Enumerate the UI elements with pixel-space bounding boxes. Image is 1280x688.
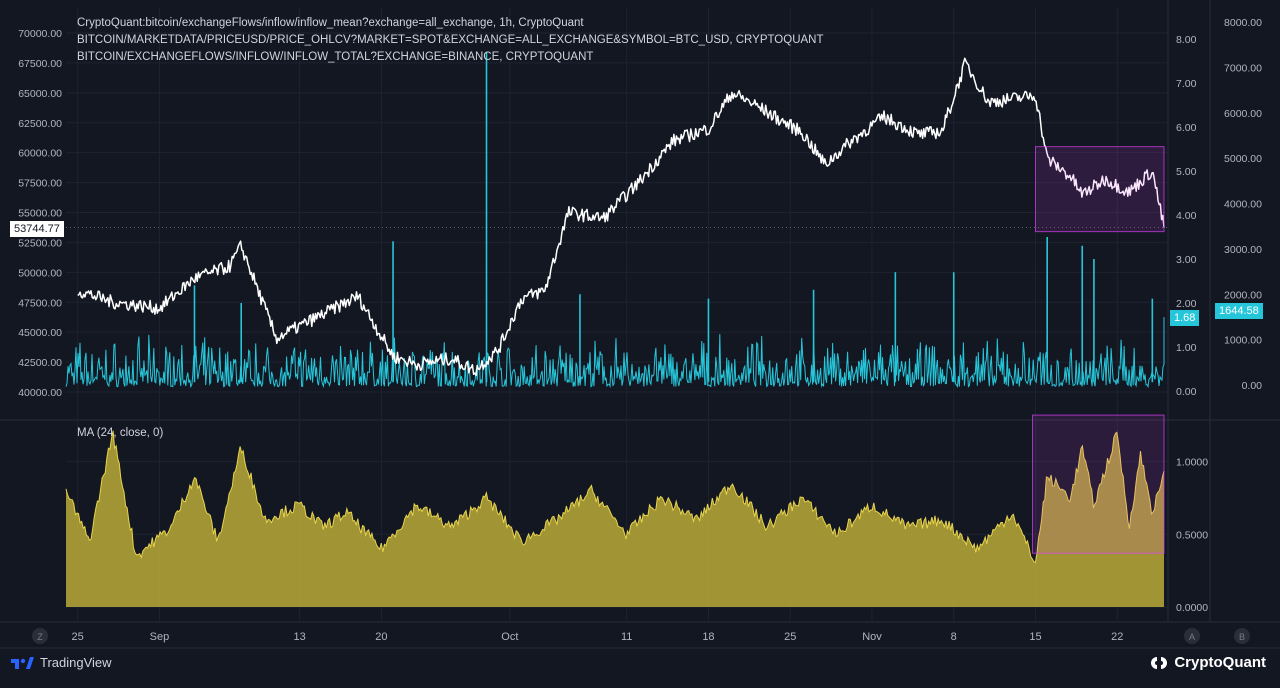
x-tick-label: 8 [951, 631, 957, 643]
legend-line-price: BITCOIN/MARKETDATA/PRICEUSD/PRICE_OHLCV?… [77, 34, 824, 46]
inflow-mean-last-value-tag: 1.68 [1170, 310, 1200, 326]
price-tick-label: 40000.00 [18, 387, 62, 399]
price-tick-label: 65000.00 [18, 88, 62, 100]
tradingview-label: TradingView [40, 655, 112, 670]
cryptoquant-icon [1151, 656, 1168, 669]
price-tick-label: 52500.00 [18, 237, 62, 249]
price-highlight-box [1035, 146, 1165, 233]
x-tick-label: 20 [375, 631, 387, 643]
price-tick-label: 60000.00 [18, 148, 62, 160]
inflow-mean-tick-label: 5.00 [1176, 166, 1197, 178]
price-tick-label: 45000.00 [18, 327, 62, 339]
inflow-mean-tick-label: 8.00 [1176, 34, 1197, 46]
binance-total-tick-label: 6000.00 [1224, 108, 1262, 120]
binance-total-tick-label: 0.00 [1242, 380, 1263, 392]
x-tick-label: 25 [72, 631, 84, 643]
inflow-mean-tick-label: 4.00 [1176, 210, 1197, 222]
ma-tick-label: 0.5000 [1176, 529, 1208, 541]
tradingview-icon [11, 656, 34, 669]
x-tick-label: 25 [784, 631, 796, 643]
price-tick-label: 70000.00 [18, 28, 62, 40]
price-tick-label: 42500.00 [18, 357, 62, 369]
binance-total-tick-label: 4000.00 [1224, 199, 1262, 211]
scale-button-a-label: A [1189, 632, 1195, 642]
ma-tick-label: 1.0000 [1176, 457, 1208, 469]
scale-button-z-label: Z [37, 632, 43, 642]
price-tick-label: 50000.00 [18, 267, 62, 279]
cryptoquant-logo: CryptoQuant [1150, 654, 1266, 671]
binance-total-last-value-tag: 1644.58 [1215, 303, 1263, 319]
chart-canvas[interactable]: 25 Sep 13 20 Oct 11 18 25 Nov 8 15 22 70000.00 67500.… [0, 0, 1280, 683]
price-tick-label: 55000.00 [18, 208, 62, 220]
footer-background [0, 648, 1280, 683]
inflow-mean-tick-label: 0.00 [1176, 386, 1197, 398]
x-tick-label: Oct [501, 631, 518, 643]
x-tick-label: 18 [702, 631, 714, 643]
x-tick-label: Nov [862, 631, 882, 643]
binance-total-tick-label: 7000.00 [1224, 62, 1262, 74]
inflow-mean-tick-label: 2.00 [1176, 298, 1197, 310]
legend-line-binance-total: BITCOIN/EXCHANGEFLOWS/INFLOW/INFLOW_TOTA… [77, 51, 594, 63]
x-tick-label: 15 [1029, 631, 1041, 643]
inflow-mean-tick-label: 7.00 [1176, 78, 1197, 90]
x-tick-label: 13 [293, 631, 305, 643]
cryptoquant-label: CryptoQuant [1174, 654, 1266, 671]
chart-legend: CryptoQuant:bitcoin/exchangeFlows/inflow… [77, 15, 824, 66]
price-tick-label: 67500.00 [18, 58, 62, 70]
price-tick-label: 62500.00 [18, 118, 62, 130]
x-tick-label: Sep [150, 631, 170, 643]
binance-total-tick-label: 3000.00 [1224, 244, 1262, 256]
binance-total-tick-label: 8000.00 [1224, 17, 1262, 29]
price-tick-label: 57500.00 [18, 178, 62, 190]
ma-highlight-box [1032, 414, 1165, 554]
legend-line-inflow-mean: CryptoQuant:bitcoin/exchangeFlows/inflow… [77, 17, 584, 29]
inflow-mean-tick-label: 1.00 [1176, 342, 1197, 354]
inflow-mean-tick-label: 3.00 [1176, 254, 1197, 266]
price-last-value-tag: 53744.77 [10, 221, 64, 237]
scale-button-b-label: B [1239, 632, 1245, 642]
binance-total-tick-label: 5000.00 [1224, 153, 1262, 165]
binance-total-tick-label: 1000.00 [1224, 335, 1262, 347]
ma-legend: MA (24, close, 0) [77, 427, 164, 439]
tradingview-logo[interactable]: TradingView [10, 655, 112, 670]
x-tick-label: 22 [1111, 631, 1123, 643]
price-tick-label: 47500.00 [18, 297, 62, 309]
x-tick-label: 11 [621, 631, 632, 643]
inflow-mean-tick-label: 6.00 [1176, 122, 1197, 134]
ma-tick-label: 0.0000 [1176, 602, 1208, 614]
binance-total-tick-label: 2000.00 [1224, 289, 1262, 301]
